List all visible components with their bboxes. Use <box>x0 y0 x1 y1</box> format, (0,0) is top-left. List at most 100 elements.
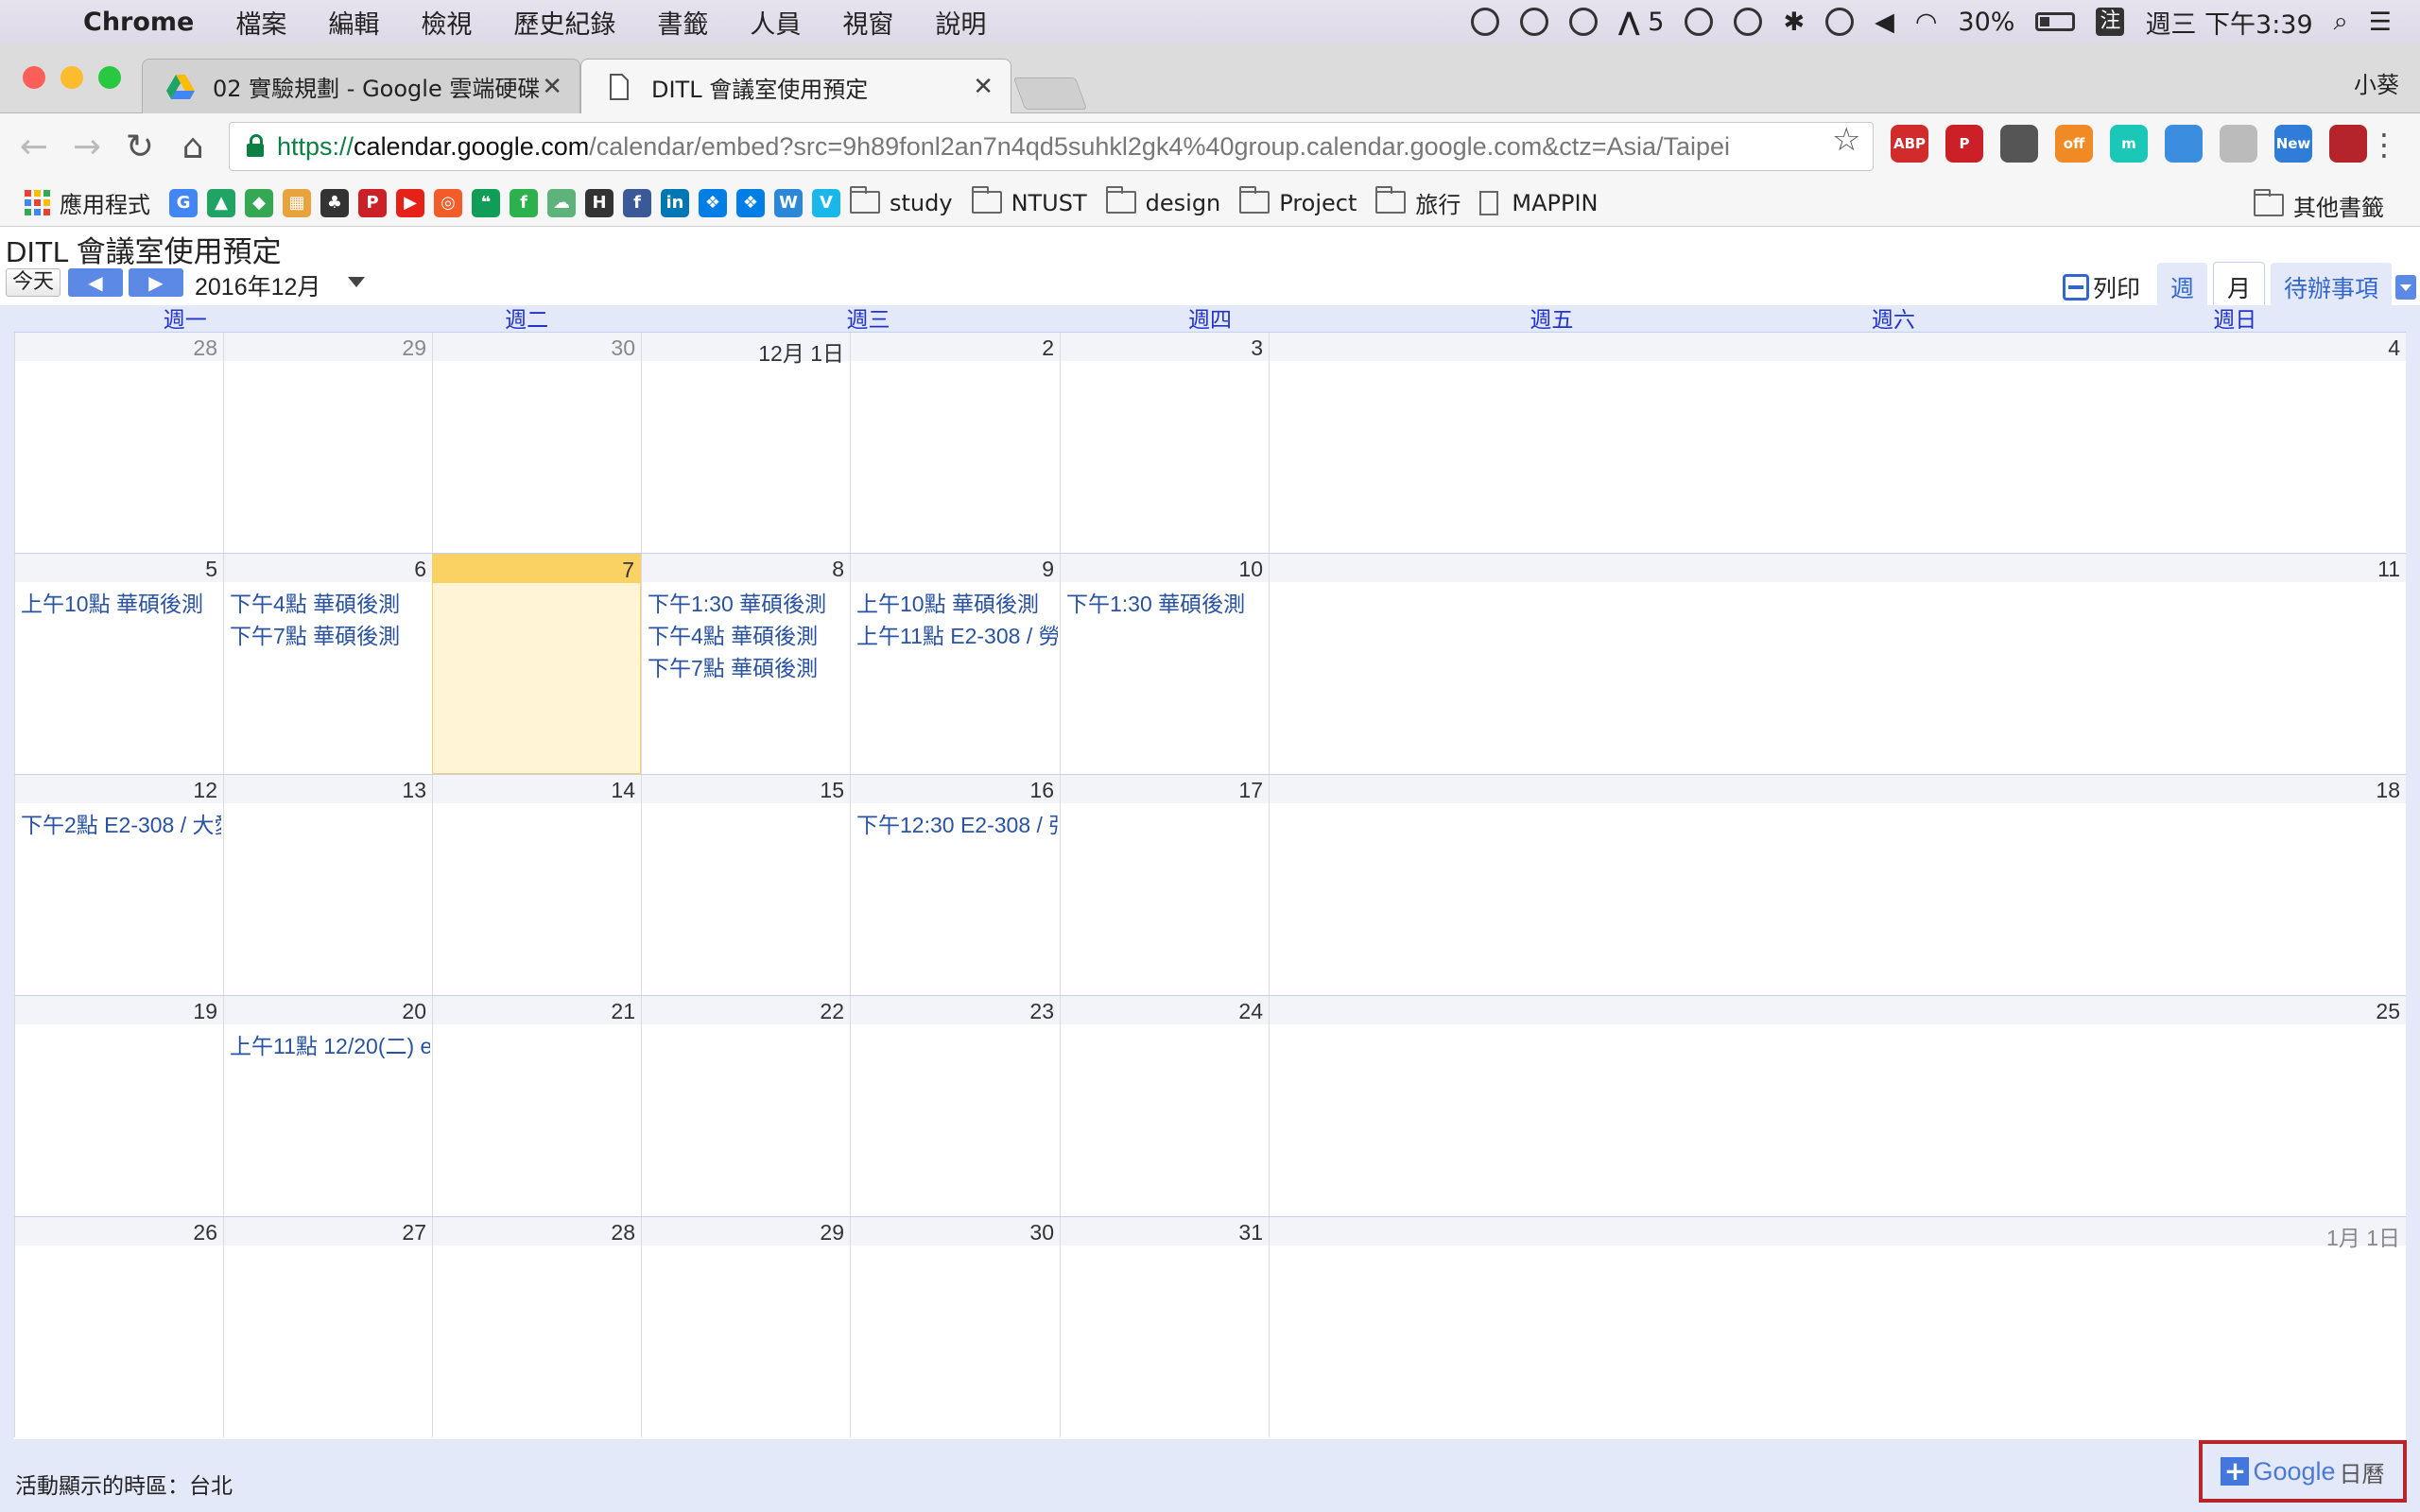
calendar-event[interactable]: 下午2點 E2-308 / 大愛電視台訪 <box>21 807 221 839</box>
bookmark-folder-project[interactable]: Project <box>1239 185 1357 216</box>
day-cell[interactable]: 30 <box>432 333 641 553</box>
window-zoom-button[interactable] <box>98 66 121 89</box>
bookmark-youtube[interactable]: ▶ <box>396 188 430 217</box>
day-cell[interactable]: 29 <box>223 333 432 553</box>
bookmark-wunderlist[interactable]: W <box>774 188 808 217</box>
bookmark-hangouts[interactable]: ❝ <box>472 188 506 217</box>
day-cell[interactable]: 23 <box>850 996 1060 1216</box>
day-cell[interactable]: 5 上午10點 華碩後測 <box>14 554 223 774</box>
day-cell[interactable]: 28 <box>432 1217 641 1437</box>
pinterest-icon[interactable]: P <box>1945 125 1983 163</box>
bookmark-google[interactable]: G <box>169 188 203 217</box>
home-button[interactable]: ⌂ <box>166 128 219 166</box>
honey-off-icon[interactable]: off <box>2055 125 2093 163</box>
day-cell[interactable]: 15 <box>641 775 850 995</box>
bookmark-folder-design[interactable]: design <box>1105 185 1220 216</box>
day-cell[interactable]: 18 <box>1269 775 2406 995</box>
calendar-event[interactable]: 下午12:30 E2-308 / 弘道合作會議 <box>856 807 1058 839</box>
calendar-event[interactable]: 下午4點 華碩後測 <box>648 618 848 650</box>
chrome-menu-icon[interactable]: ⋮ <box>2369 127 2399 163</box>
previous-month-button[interactable]: ◀ <box>68 268 123 297</box>
calendar-event[interactable]: 下午7點 華碩後測 <box>230 618 430 650</box>
day-cell[interactable]: 19 <box>14 996 223 1216</box>
day-cell[interactable]: 6 下午4點 華碩後測 下午7點 華碩後測 <box>223 554 432 774</box>
bookmark-google-maps[interactable]: ◆ <box>245 188 279 217</box>
sync-icon[interactable] <box>2165 125 2203 163</box>
drive-ext-icon[interactable] <box>2220 125 2257 163</box>
day-cell[interactable]: 8 下午1:30 華碩後測 下午4點 華碩後測 下午7點 華碩後測 <box>641 554 850 774</box>
menu-edit[interactable]: 編輯 <box>307 4 400 41</box>
back-button[interactable]: ← <box>8 128 60 166</box>
drive-status-icon[interactable] <box>1685 8 1714 36</box>
bookmark-folder-travel[interactable]: 旅行 <box>1375 185 1461 219</box>
bookmark-google-drive[interactable]: ▲ <box>207 188 241 217</box>
checkmark-status-icon[interactable] <box>1519 8 1548 36</box>
tab-week-view[interactable]: 週 <box>2156 262 2207 312</box>
bookmark-mappin[interactable]: MAPPIN <box>1479 190 1599 216</box>
menu-history[interactable]: 歷史紀錄 <box>493 4 636 41</box>
mercury-icon[interactable]: m <box>2110 125 2148 163</box>
menu-window[interactable]: 視窗 <box>821 4 914 41</box>
bookmark-cloud[interactable]: ☁ <box>547 188 581 217</box>
today-button[interactable]: 今天 <box>6 268 60 297</box>
day-cell[interactable]: 13 <box>223 775 432 995</box>
tab-google-drive[interactable]: 02 實驗規劃 - Google 雲端硬碟 ✕ <box>142 59 580 113</box>
bookmark-folder-ntust[interactable]: NTUST <box>971 185 1087 216</box>
bookmark-apps[interactable]: 應用程式 <box>25 186 150 219</box>
calendar-event[interactable]: 下午1:30 華碩後測 <box>648 586 848 618</box>
day-cell[interactable]: 12月 1日 <box>641 333 850 553</box>
day-cell[interactable]: 2 <box>850 333 1060 553</box>
reload-button[interactable]: ↻ <box>113 128 166 166</box>
calendar-event[interactable]: 上午11點 12/20(二) e2-309 / l <box>230 1028 430 1060</box>
day-cell[interactable]: 24 <box>1060 996 1269 1216</box>
day-cell[interactable]: 29 <box>641 1217 850 1437</box>
tab-close-icon[interactable]: ✕ <box>542 73 562 101</box>
bookmark-star-icon[interactable]: ☆ <box>1832 121 1860 159</box>
volume-icon[interactable]: ◀ <box>1875 8 1894 37</box>
tab-agenda-view[interactable]: 待辦事項 <box>2270 262 2392 312</box>
window-close-button[interactable] <box>23 66 45 89</box>
day-cell[interactable]: 17 <box>1060 775 1269 995</box>
day-cell[interactable]: 3 <box>1060 333 1269 553</box>
day-cell[interactable]: 1月 1日 <box>1269 1217 2406 1437</box>
day-cell[interactable]: 21 <box>432 996 641 1216</box>
day-cell[interactable]: 20 上午11點 12/20(二) e2-309 / l <box>223 996 432 1216</box>
calendar-event[interactable]: 下午7點 華碩後測 <box>648 650 848 682</box>
forward-button[interactable]: → <box>60 128 113 166</box>
bookmark-mendeley[interactable]: ♣ <box>320 188 354 217</box>
wifi-icon[interactable]: ◠ <box>1915 8 1938 37</box>
next-month-button[interactable]: ▶ <box>129 268 183 297</box>
pocket-icon[interactable] <box>2000 125 2038 163</box>
bookmark-dropbox[interactable]: ❖ <box>699 188 733 217</box>
day-cell[interactable]: 31 <box>1060 1217 1269 1437</box>
bookmark-vimeo[interactable]: V <box>812 188 846 217</box>
time-machine-icon[interactable] <box>1825 8 1855 36</box>
adblock-plus-icon[interactable]: ABP <box>1891 125 1928 163</box>
day-cell[interactable]: 9 上午10點 華碩後測上午11點 E2-308 / 勞動部雜誌訪 <box>850 554 1060 774</box>
bookmark-facebook[interactable]: f <box>623 188 657 217</box>
window-minimize-button[interactable] <box>60 66 83 89</box>
mendeley-icon[interactable] <box>2329 125 2367 163</box>
calendar-event[interactable]: 上午11點 E2-308 / 勞動部雜誌訪 <box>856 618 1058 650</box>
dropbox-status-icon[interactable] <box>1568 8 1598 36</box>
status-app-icon[interactable] <box>1470 8 1499 36</box>
new-ext-icon[interactable]: New <box>2274 125 2312 163</box>
bluetooth-icon[interactable]: ✱ <box>1783 8 1805 37</box>
calendar-event[interactable]: 上午10點 華碩後測 <box>21 586 221 618</box>
bookmark-target[interactable]: ◎ <box>434 188 468 217</box>
bookmark-folder-study[interactable]: study <box>850 185 953 216</box>
day-cell[interactable]: 16 下午12:30 E2-308 / 弘道合作會議 <box>850 775 1060 995</box>
bookmark-pinterest[interactable]: P <box>358 188 392 217</box>
day-cell-today[interactable]: 7 <box>432 554 641 774</box>
notification-count[interactable]: ⋀ 5 <box>1618 8 1665 37</box>
menu-app-name[interactable]: Chrome <box>57 8 215 37</box>
day-cell[interactable]: 25 <box>1269 996 2406 1216</box>
other-bookmarks[interactable]: 其他書籤 <box>2254 188 2384 222</box>
day-cell[interactable]: 4 <box>1269 333 2406 553</box>
day-cell[interactable]: 30 <box>850 1217 1060 1437</box>
tab-close-icon[interactable]: ✕ <box>973 73 994 101</box>
menu-help[interactable]: 說明 <box>914 4 1007 41</box>
lock-icon[interactable] <box>245 134 266 159</box>
menu-bookmarks[interactable]: 書籤 <box>636 4 729 41</box>
calendar-list-dropdown-icon[interactable] <box>2395 274 2416 300</box>
